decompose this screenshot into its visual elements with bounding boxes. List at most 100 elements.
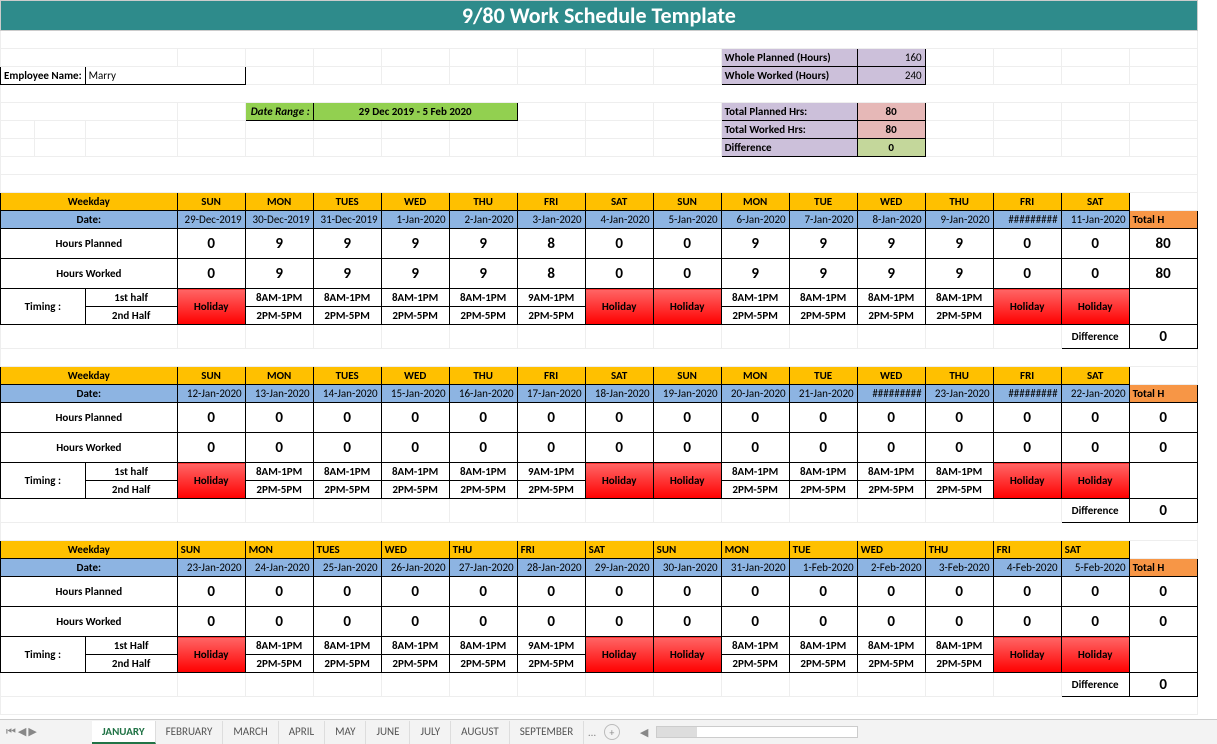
hours-worked-cell[interactable]: 0 <box>449 433 517 463</box>
hours-planned-cell[interactable]: 0 <box>1061 403 1129 433</box>
shift1-cell[interactable]: 9AM-1PM <box>517 463 585 481</box>
shift1-cell[interactable]: 8AM-1PM <box>925 289 993 307</box>
hours-planned-cell[interactable]: 0 <box>789 577 857 607</box>
day-header[interactable]: FRI <box>517 193 585 211</box>
date-cell[interactable]: 31-Jan-2020 <box>721 559 789 577</box>
total-hw[interactable]: 0 <box>1129 607 1197 637</box>
day-header[interactable]: SUN <box>177 367 245 385</box>
shift2-cell[interactable]: 2PM-5PM <box>313 655 381 673</box>
day-header[interactable]: THU <box>925 541 993 559</box>
day-header[interactable]: TUES <box>313 193 381 211</box>
hours-worked-cell[interactable]: 0 <box>245 433 313 463</box>
shift2-cell[interactable]: 2PM-5PM <box>857 655 925 673</box>
hours-worked-cell[interactable]: 0 <box>381 433 449 463</box>
hours-planned-cell[interactable]: 0 <box>177 403 245 433</box>
day-header[interactable]: MON <box>721 541 789 559</box>
hours-planned-cell[interactable]: 0 <box>857 403 925 433</box>
day-header[interactable]: SUN <box>653 193 721 211</box>
holiday-cell[interactable]: Holiday <box>993 637 1061 673</box>
hours-planned-cell[interactable]: 0 <box>449 403 517 433</box>
hours-worked-cell[interactable]: 0 <box>585 259 653 289</box>
date-cell[interactable]: ######### <box>993 385 1061 403</box>
total-hw[interactable]: 0 <box>1129 433 1197 463</box>
hours-worked-cell[interactable]: 0 <box>925 433 993 463</box>
day-header[interactable]: MON <box>721 193 789 211</box>
shift2-cell[interactable]: 2PM-5PM <box>313 307 381 325</box>
day-header[interactable]: TUE <box>789 541 857 559</box>
day-header[interactable]: WED <box>381 193 449 211</box>
holiday-cell[interactable]: Holiday <box>585 463 653 499</box>
sheet-tab-april[interactable]: APRIL <box>279 721 325 744</box>
hours-worked-cell[interactable]: 0 <box>789 607 857 637</box>
total-planned-value[interactable]: 80 <box>857 103 925 121</box>
shift2-cell[interactable]: 2PM-5PM <box>789 655 857 673</box>
hours-planned-cell[interactable]: 0 <box>245 403 313 433</box>
total-hp[interactable]: 0 <box>1129 403 1197 433</box>
shift2-cell[interactable]: 2PM-5PM <box>449 655 517 673</box>
total-hp[interactable]: 80 <box>1129 229 1197 259</box>
hours-worked-cell[interactable]: 0 <box>721 607 789 637</box>
date-cell[interactable]: 12-Jan-2020 <box>177 385 245 403</box>
shift1-cell[interactable]: 8AM-1PM <box>789 463 857 481</box>
total-hp[interactable]: 0 <box>1129 577 1197 607</box>
shift1-cell[interactable]: 8AM-1PM <box>449 289 517 307</box>
week-diff-value[interactable]: 0 <box>1129 499 1197 523</box>
hours-worked-cell[interactable]: 0 <box>721 433 789 463</box>
sheet-tab-august[interactable]: AUGUST <box>451 721 510 744</box>
day-header[interactable]: TUES <box>313 541 381 559</box>
hours-planned-cell[interactable]: 0 <box>585 229 653 259</box>
hours-planned-cell[interactable]: 9 <box>313 229 381 259</box>
shift1-cell[interactable]: 8AM-1PM <box>925 463 993 481</box>
day-header[interactable]: SAT <box>1061 193 1129 211</box>
shift1-cell[interactable]: 8AM-1PM <box>789 289 857 307</box>
hours-worked-cell[interactable]: 0 <box>449 607 517 637</box>
day-header[interactable]: FRI <box>993 367 1061 385</box>
shift2-cell[interactable]: 2PM-5PM <box>925 307 993 325</box>
date-cell[interactable]: 2-Feb-2020 <box>857 559 925 577</box>
shift1-cell[interactable]: 8AM-1PM <box>381 289 449 307</box>
date-cell[interactable]: 3-Feb-2020 <box>925 559 993 577</box>
hours-planned-cell[interactable]: 9 <box>925 229 993 259</box>
date-cell[interactable]: 7-Jan-2020 <box>789 211 857 229</box>
sheet-tab-june[interactable]: JUNE <box>366 721 410 744</box>
hours-worked-cell[interactable]: 0 <box>585 607 653 637</box>
hours-worked-cell[interactable]: 0 <box>177 607 245 637</box>
day-header[interactable]: THU <box>449 193 517 211</box>
day-header[interactable]: SAT <box>1061 541 1129 559</box>
date-cell[interactable]: 5-Jan-2020 <box>653 211 721 229</box>
day-header[interactable]: SAT <box>585 193 653 211</box>
day-header[interactable]: WED <box>857 367 925 385</box>
tab-next-icon[interactable]: ▶ <box>28 725 36 739</box>
day-header[interactable]: SUN <box>653 541 721 559</box>
hours-worked-cell[interactable]: 8 <box>517 259 585 289</box>
day-header[interactable]: WED <box>381 367 449 385</box>
shift1-cell[interactable]: 8AM-1PM <box>449 637 517 655</box>
date-cell[interactable]: 17-Jan-2020 <box>517 385 585 403</box>
holiday-cell[interactable]: Holiday <box>585 637 653 673</box>
hours-planned-cell[interactable]: 0 <box>381 403 449 433</box>
shift2-cell[interactable]: 2PM-5PM <box>721 307 789 325</box>
date-cell[interactable]: 23-Jan-2020 <box>177 559 245 577</box>
shift1-cell[interactable]: 9AM-1PM <box>517 289 585 307</box>
date-cell[interactable]: 8-Jan-2020 <box>857 211 925 229</box>
tab-prev-icon[interactable]: ◀ <box>18 725 26 739</box>
shift1-cell[interactable]: 8AM-1PM <box>857 463 925 481</box>
hours-worked-cell[interactable]: 0 <box>517 433 585 463</box>
hours-worked-cell[interactable]: 9 <box>721 259 789 289</box>
hours-planned-cell[interactable]: 9 <box>449 229 517 259</box>
hours-planned-cell[interactable]: 0 <box>517 577 585 607</box>
date-cell[interactable]: 1-Feb-2020 <box>789 559 857 577</box>
hscroll-bar[interactable] <box>656 726 858 738</box>
date-cell[interactable]: 4-Feb-2020 <box>993 559 1061 577</box>
sheet-tab-march[interactable]: MARCH <box>223 721 278 744</box>
hours-planned-cell[interactable]: 0 <box>653 229 721 259</box>
shift1-cell[interactable]: 8AM-1PM <box>925 637 993 655</box>
hours-planned-cell[interactable]: 9 <box>789 229 857 259</box>
shift2-cell[interactable]: 2PM-5PM <box>925 481 993 499</box>
hours-worked-cell[interactable]: 0 <box>1061 259 1129 289</box>
hours-worked-cell[interactable]: 0 <box>313 607 381 637</box>
sheet-tab-september[interactable]: SEPTEMBER <box>510 721 585 744</box>
day-header[interactable]: WED <box>857 193 925 211</box>
holiday-cell[interactable]: Holiday <box>585 289 653 325</box>
holiday-cell[interactable]: Holiday <box>1061 463 1129 499</box>
